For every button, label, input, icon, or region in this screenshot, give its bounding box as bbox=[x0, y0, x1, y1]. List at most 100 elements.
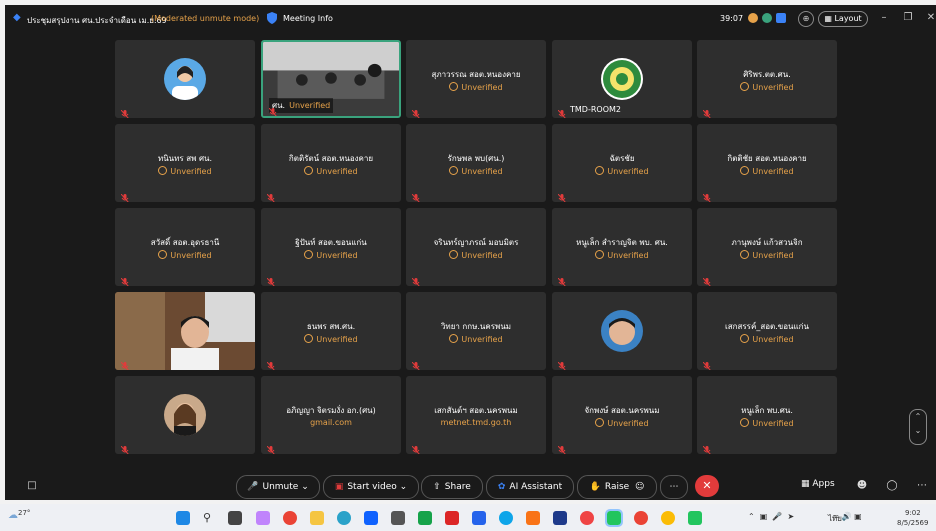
start-menu-icon[interactable] bbox=[176, 511, 190, 525]
unverified-icon bbox=[304, 166, 314, 175]
start-video-button[interactable]: ▣ Start video ⌄ bbox=[323, 475, 419, 499]
browser-icon[interactable] bbox=[499, 511, 513, 525]
reaction-icon[interactable]: ☺ bbox=[635, 482, 644, 492]
chat-bubble-icon[interactable]: □ bbox=[25, 479, 39, 493]
meeting-toolbar: □ 🎤 Unmute ⌄ ▣ Start video ⌄ ⇧ Share ✿ AI As… bbox=[5, 471, 936, 500]
participant-tile[interactable]: ทนินทร สพ ศน. Unverified bbox=[115, 124, 255, 202]
store-icon[interactable] bbox=[364, 511, 378, 525]
unverified-icon bbox=[740, 82, 750, 91]
participant-tile[interactable]: TMD-ROOM2 bbox=[552, 40, 692, 118]
close-icon[interactable]: ✕ bbox=[925, 12, 936, 24]
chat-icon[interactable]: ◯ bbox=[885, 479, 899, 493]
participant-tile[interactable] bbox=[552, 292, 692, 370]
participant-tile[interactable] bbox=[115, 376, 255, 454]
recording-indicator-icon[interactable] bbox=[748, 13, 758, 23]
participant-tile[interactable]: จักพงษ์ สอต.นครพนม Unverified bbox=[552, 376, 692, 454]
mic-muted-icon bbox=[266, 272, 275, 286]
participant-tile[interactable]: วิทยา กกษ.นครพนม Unverified bbox=[406, 292, 546, 370]
weather-temperature[interactable]: 27° bbox=[18, 509, 30, 517]
copilot-icon[interactable] bbox=[256, 511, 270, 525]
participant-tile[interactable]: ศิริพร.ตต.ศน. Unverified bbox=[697, 40, 837, 118]
participant-tile[interactable]: เสกสรรค์_สอต.ขอนแก่น Unverified bbox=[697, 292, 837, 370]
apps-button[interactable]: ▦ Apps bbox=[801, 479, 835, 489]
notification-icon[interactable] bbox=[776, 13, 786, 23]
participant-tile[interactable]: กิตติชัย สอต.หนองคาย Unverified bbox=[697, 124, 837, 202]
unmute-button[interactable]: 🎤 Unmute ⌄ bbox=[236, 475, 320, 499]
participant-name: กิตติรัตน์ สอต.หนองคาย bbox=[288, 154, 374, 163]
meeting-info-button[interactable]: Meeting Info bbox=[283, 14, 333, 23]
layout-button[interactable]: ▦ Layout bbox=[818, 11, 868, 27]
mic-muted-icon bbox=[702, 188, 711, 202]
participant-tile[interactable]: อภิญญา จิตรมงั่ง อก.(ศน) gmail.com bbox=[261, 376, 401, 454]
system-tray[interactable]: ⌃ ▣ 🎤 ➤ ≈ 🔊 ▣ bbox=[748, 512, 862, 521]
shield-icon[interactable] bbox=[267, 12, 277, 24]
raise-button[interactable]: ✋ Raise ☺ bbox=[577, 475, 657, 499]
mic-muted-icon bbox=[557, 272, 566, 286]
xbox-icon[interactable] bbox=[418, 511, 432, 525]
more-button[interactable]: ⋯ bbox=[660, 475, 688, 499]
mic-muted-icon bbox=[266, 356, 275, 370]
participant-tile[interactable]: จรินทร์ญาภรณ์ มอบมิตร Unverified bbox=[406, 208, 546, 286]
avatar bbox=[164, 58, 206, 100]
zoom-icon[interactable]: ⊕ bbox=[798, 11, 814, 27]
taskbar-date[interactable]: 8/5/2569 bbox=[897, 519, 928, 527]
participant-name: สวัสดิ์ สอต.อุดรธานี bbox=[150, 238, 220, 247]
participant-tile[interactable]: เสกสันต์ฯ สอต.นครพนม metnet.tmd.go.th bbox=[406, 376, 546, 454]
file-explorer-icon[interactable] bbox=[310, 511, 324, 525]
task-view-icon[interactable] bbox=[228, 511, 242, 525]
app-icon[interactable] bbox=[391, 511, 405, 525]
participant-domain: metnet.tmd.go.th bbox=[440, 418, 512, 427]
mic-muted-icon bbox=[120, 440, 129, 454]
participant-tile[interactable]: หนูเล็ก สำราญจิต พบ. ศน. Unverified bbox=[552, 208, 692, 286]
unverified-icon bbox=[595, 166, 605, 175]
participant-tile[interactable] bbox=[115, 292, 255, 370]
ai-assistant-button[interactable]: ✿ AI Assistant bbox=[486, 475, 574, 499]
page-scroll-control[interactable]: ⌃ ⌄ bbox=[909, 409, 927, 445]
participant-tile[interactable]: รักษพล พบ(ศน.) Unverified bbox=[406, 124, 546, 202]
participant-tile[interactable]: ภานุพงษ์ แก้วสวนจิก Unverified bbox=[697, 208, 837, 286]
share-button[interactable]: ⇧ Share bbox=[421, 475, 483, 499]
video-off-icon: ▣ bbox=[334, 482, 344, 492]
participant-tile[interactable]: ศน. Unverified bbox=[261, 40, 401, 118]
encryption-indicator-icon[interactable] bbox=[762, 13, 772, 23]
app-red-icon[interactable] bbox=[580, 511, 594, 525]
line-app-icon[interactable] bbox=[605, 509, 623, 527]
participant-tile[interactable]: สุภาวรรณ สอต.หนองคาย Unverified bbox=[406, 40, 546, 118]
participant-tile[interactable]: กิตติรัตน์ สอต.หนองคาย Unverified bbox=[261, 124, 401, 202]
participant-status: Unverified bbox=[697, 82, 837, 92]
participant-name: ศิริพร.ตต.ศน. bbox=[743, 70, 791, 79]
participant-name: ฉัตรชัย bbox=[609, 154, 635, 163]
leave-meeting-button[interactable]: ✕ bbox=[695, 475, 719, 497]
participant-status: Unverified bbox=[697, 334, 837, 344]
language-indicator[interactable]: ไทย bbox=[828, 512, 842, 525]
line-app2-icon[interactable] bbox=[688, 511, 702, 525]
chrome-profile2-icon[interactable] bbox=[661, 511, 675, 525]
mic-off-icon: 🎤 bbox=[247, 482, 259, 492]
participant-tile[interactable]: หนูเล็ก พบ.ศน. Unverified bbox=[697, 376, 837, 454]
mic-muted-icon bbox=[120, 356, 129, 370]
taskbar-time[interactable]: 9:02 bbox=[905, 509, 921, 517]
more-options-icon[interactable]: ⋯ bbox=[915, 479, 929, 493]
chrome-profile-icon[interactable] bbox=[634, 511, 648, 525]
weather-icon[interactable]: ☁ bbox=[8, 510, 18, 521]
restore-icon[interactable]: ❐ bbox=[902, 12, 914, 24]
photos-icon[interactable] bbox=[553, 511, 567, 525]
tool-icon[interactable] bbox=[526, 511, 540, 525]
minimize-icon[interactable]: – bbox=[878, 12, 890, 24]
unverified-icon bbox=[158, 166, 168, 175]
participant-tile[interactable]: ฉัตรชัย Unverified bbox=[552, 124, 692, 202]
unverified-icon bbox=[304, 334, 314, 343]
participant-tile[interactable]: ฐิปันท์ สอต.ขอนแก่น Unverified bbox=[261, 208, 401, 286]
participant-status: Unverified bbox=[552, 250, 692, 260]
participant-name: วิทยา กกษ.นครพนม bbox=[440, 322, 512, 331]
chrome-icon[interactable] bbox=[283, 511, 297, 525]
pdf-icon[interactable] bbox=[445, 511, 459, 525]
mic-muted-icon bbox=[268, 102, 277, 116]
search-icon[interactable]: ⚲ bbox=[203, 511, 217, 525]
participant-tile[interactable]: สวัสดิ์ สอต.อุดรธานี Unverified bbox=[115, 208, 255, 286]
participants-icon[interactable]: ☻ bbox=[855, 479, 869, 493]
participant-tile[interactable]: ธนพร สพ.ศน. Unverified bbox=[261, 292, 401, 370]
edge-icon[interactable] bbox=[337, 511, 351, 525]
participant-tile[interactable] bbox=[115, 40, 255, 118]
word-icon[interactable] bbox=[472, 511, 486, 525]
